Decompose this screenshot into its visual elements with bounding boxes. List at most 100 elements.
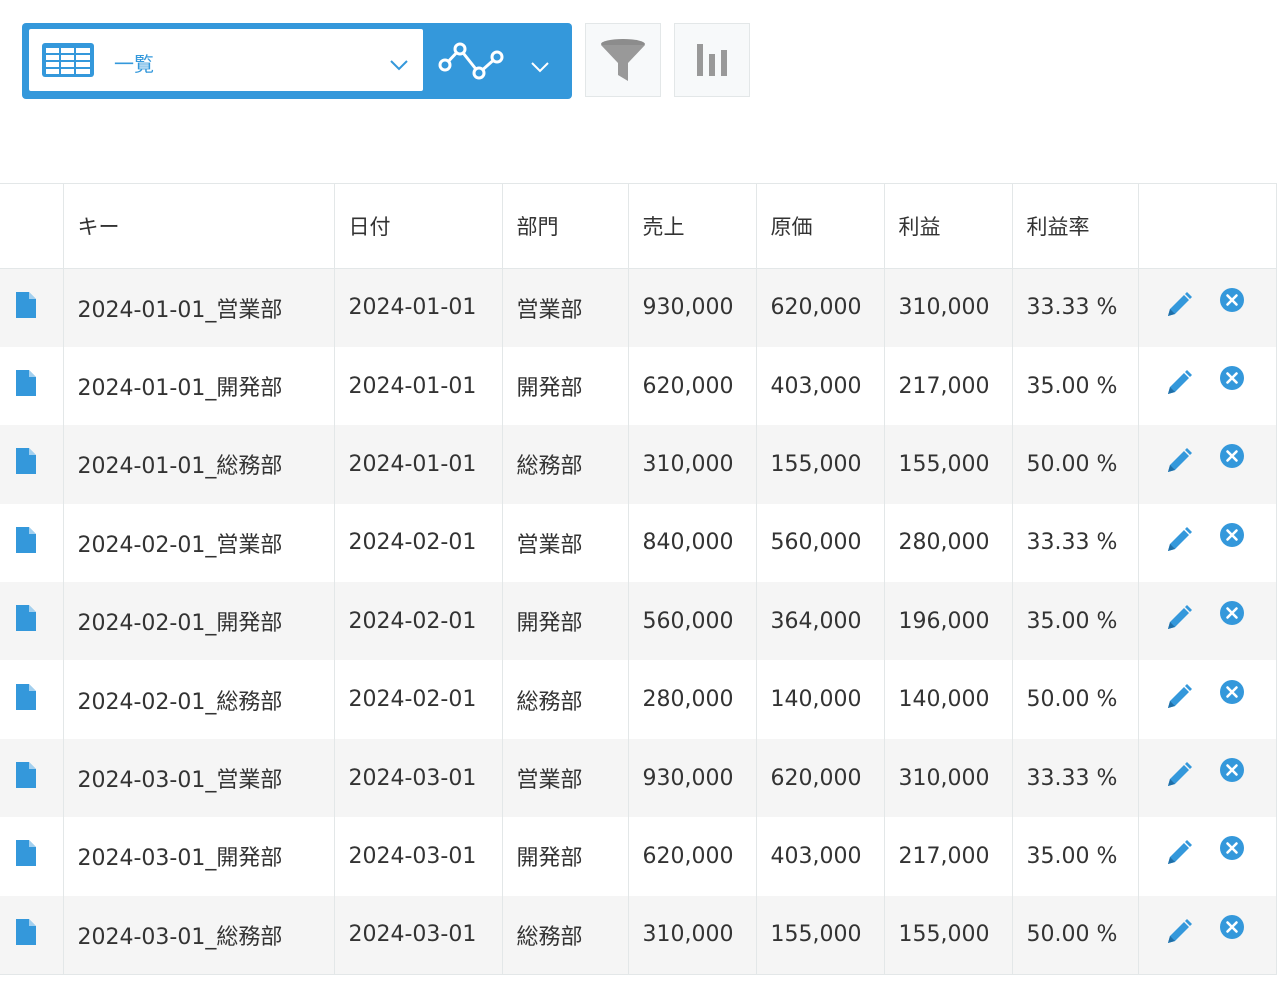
- delete-circle-x-icon[interactable]: [1219, 287, 1245, 319]
- cell-cost: 155,000: [755, 425, 884, 504]
- actions-cell: [1137, 346, 1277, 426]
- delete-circle-x-icon[interactable]: [1219, 443, 1245, 475]
- cell-date: 2024-03-01: [333, 895, 502, 975]
- cell-cost: 140,000: [755, 660, 884, 739]
- cell-rate: 33.33 %: [1011, 268, 1138, 347]
- cell-date: 2024-01-01: [333, 268, 502, 347]
- cell-rate: 35.00 %: [1011, 817, 1138, 896]
- filter-funnel-icon: [601, 39, 645, 81]
- delete-circle-x-icon[interactable]: [1219, 365, 1245, 397]
- table-row: 2024-02-01_総務部 2024-02-01 総務部 280,000 140,00…: [0, 660, 1277, 739]
- actions-cell: [1137, 660, 1277, 739]
- header-sales[interactable]: 売上: [627, 183, 756, 269]
- document-icon[interactable]: [16, 683, 36, 716]
- line-graph-icon: [437, 39, 505, 87]
- cell-date: 2024-01-01: [333, 425, 502, 504]
- document-icon[interactable]: [16, 762, 36, 794]
- cell-sales: 620,000: [627, 817, 756, 896]
- header-date[interactable]: 日付: [333, 183, 502, 269]
- cell-sales: 620,000: [627, 346, 756, 426]
- delete-circle-x-icon[interactable]: [1219, 522, 1245, 554]
- document-icon[interactable]: [16, 370, 36, 402]
- cell-sales: 310,000: [627, 895, 756, 975]
- detail-cell: [0, 660, 63, 739]
- edit-pencil-icon[interactable]: [1165, 761, 1193, 795]
- cell-profit: 217,000: [883, 346, 1012, 426]
- cell-key: 2024-01-01_営業部: [62, 268, 334, 347]
- cell-sales: 310,000: [627, 425, 756, 504]
- header-actions: [1137, 183, 1277, 269]
- delete-circle-x-icon[interactable]: [1219, 600, 1245, 632]
- actions-cell: [1137, 582, 1277, 661]
- cell-rate: 33.33 %: [1011, 503, 1138, 583]
- cell-rate: 35.00 %: [1011, 346, 1138, 426]
- edit-pencil-icon[interactable]: [1165, 604, 1193, 638]
- graph-menu-button[interactable]: [423, 29, 572, 91]
- chevron-down-icon: [530, 58, 550, 77]
- cell-date: 2024-01-01: [333, 346, 502, 426]
- edit-pencil-icon[interactable]: [1165, 683, 1193, 717]
- table-row: 2024-03-01_営業部 2024-03-01 営業部 930,000 620,00…: [0, 738, 1277, 818]
- cell-rate: 50.00 %: [1011, 660, 1138, 739]
- delete-circle-x-icon[interactable]: [1219, 835, 1245, 867]
- cell-key: 2024-02-01_営業部: [62, 503, 334, 583]
- detail-cell: [0, 582, 63, 661]
- delete-circle-x-icon[interactable]: [1219, 757, 1245, 789]
- detail-cell: [0, 738, 63, 818]
- header-profit[interactable]: 利益: [883, 183, 1012, 269]
- header-dept[interactable]: 部門: [501, 183, 628, 269]
- document-icon[interactable]: [16, 840, 36, 872]
- edit-pencil-icon[interactable]: [1165, 447, 1193, 481]
- cell-key: 2024-01-01_総務部: [62, 425, 334, 504]
- actions-cell: [1137, 268, 1277, 347]
- delete-circle-x-icon[interactable]: [1219, 679, 1245, 711]
- cell-cost: 620,000: [755, 268, 884, 347]
- document-icon[interactable]: [16, 605, 36, 637]
- header-profit-rate[interactable]: 利益率: [1011, 183, 1138, 269]
- table-row: 2024-01-01_総務部 2024-01-01 総務部 310,000 155,00…: [0, 425, 1277, 504]
- cell-profit: 155,000: [883, 895, 1012, 975]
- cell-date: 2024-03-01: [333, 817, 502, 896]
- document-icon[interactable]: [16, 918, 36, 951]
- cell-cost: 364,000: [755, 582, 884, 661]
- cell-dept: 開発部: [501, 582, 628, 661]
- cell-sales: 930,000: [627, 268, 756, 347]
- edit-pencil-icon[interactable]: [1165, 291, 1193, 325]
- cell-date: 2024-02-01: [333, 503, 502, 583]
- actions-cell: [1137, 895, 1277, 975]
- bar-chart-icon: [697, 44, 727, 76]
- filter-button[interactable]: [585, 23, 661, 97]
- detail-cell: [0, 503, 63, 583]
- view-select-dropdown[interactable]: 一覧: [29, 29, 423, 91]
- cell-dept: 総務部: [501, 425, 628, 504]
- cell-sales: 280,000: [627, 660, 756, 739]
- actions-cell: [1137, 425, 1277, 504]
- cell-dept: 営業部: [501, 503, 628, 583]
- header-cost[interactable]: 原価: [755, 183, 884, 269]
- detail-cell: [0, 817, 63, 896]
- edit-pencil-icon[interactable]: [1165, 918, 1193, 952]
- cell-date: 2024-03-01: [333, 738, 502, 818]
- cell-date: 2024-02-01: [333, 582, 502, 661]
- document-icon[interactable]: [16, 291, 36, 324]
- cell-profit: 155,000: [883, 425, 1012, 504]
- document-icon[interactable]: [16, 448, 36, 480]
- cell-key: 2024-02-01_総務部: [62, 660, 334, 739]
- table-row: 2024-03-01_開発部 2024-03-01 開発部 620,000 403,00…: [0, 817, 1277, 896]
- cell-dept: 開発部: [501, 346, 628, 426]
- table-row: 2024-02-01_営業部 2024-02-01 営業部 840,000 560,00…: [0, 503, 1277, 583]
- table-row: 2024-01-01_開発部 2024-01-01 開発部 620,000 403,00…: [0, 346, 1277, 426]
- cell-rate: 35.00 %: [1011, 582, 1138, 661]
- cell-profit: 196,000: [883, 582, 1012, 661]
- cell-profit: 280,000: [883, 503, 1012, 583]
- edit-pencil-icon[interactable]: [1165, 369, 1193, 403]
- header-key[interactable]: キー: [62, 183, 334, 269]
- report-button[interactable]: [674, 23, 750, 97]
- document-icon[interactable]: [16, 526, 36, 559]
- cell-dept: 総務部: [501, 660, 628, 739]
- edit-pencil-icon[interactable]: [1165, 839, 1193, 873]
- cell-key: 2024-03-01_総務部: [62, 895, 334, 975]
- edit-pencil-icon[interactable]: [1165, 526, 1193, 560]
- table-header-row: キー 日付 部門 売上 原価 利益 利益率: [0, 183, 1277, 269]
- delete-circle-x-icon[interactable]: [1219, 914, 1245, 946]
